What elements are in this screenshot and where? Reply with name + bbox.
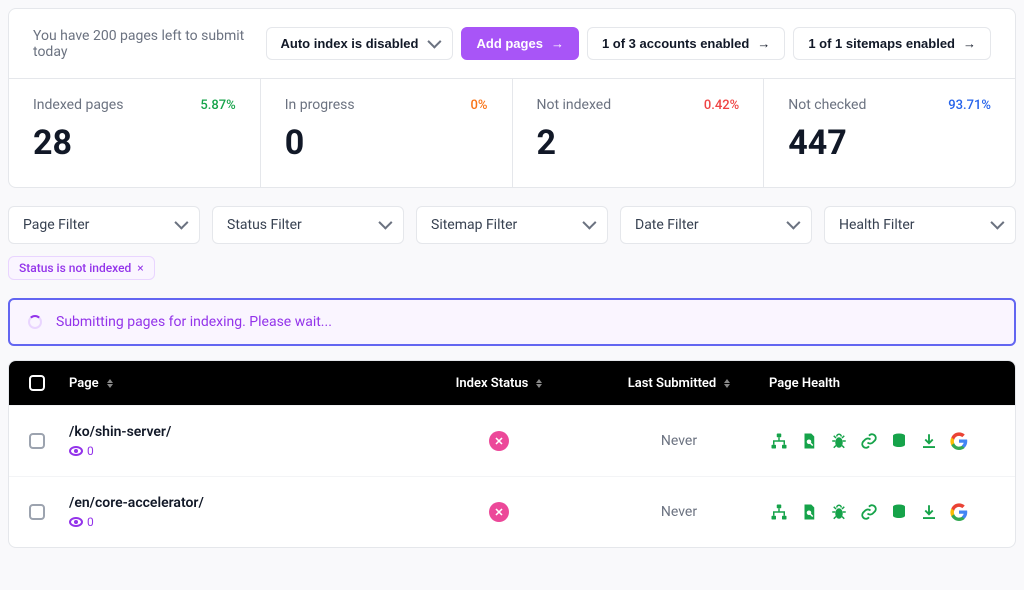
chevron-down-icon [424, 36, 438, 51]
chevron-down-icon [987, 217, 1001, 233]
page-views: 0 [69, 444, 171, 458]
download-icon[interactable] [919, 502, 939, 522]
stat-value: 0 [285, 123, 488, 163]
sitemap-tree-icon[interactable] [769, 431, 789, 451]
status-error-icon[interactable]: ✕ [489, 502, 509, 522]
auto-index-label: Auto index is disabled [281, 36, 419, 51]
bug-icon[interactable] [829, 431, 849, 451]
table-header: Page Index Status Last Submitted Page He… [9, 361, 1015, 405]
health-filter-dropdown[interactable]: Health Filter [824, 206, 1016, 244]
filter-label: Status Filter [227, 217, 302, 233]
page-views: 0 [69, 515, 204, 529]
stat-label: Not checked [788, 97, 866, 113]
download-icon[interactable] [919, 431, 939, 451]
stat-value: 2 [537, 123, 740, 163]
col-last-label: Last Submitted [628, 376, 717, 391]
bug-icon[interactable] [829, 502, 849, 522]
stat-value: 447 [788, 123, 991, 163]
status-error-icon[interactable]: ✕ [489, 431, 509, 451]
arrow-right-icon [755, 36, 770, 51]
filter-label: Health Filter [839, 217, 915, 233]
google-icon[interactable] [949, 502, 969, 522]
stat-in-progress[interactable]: In progress 0% 0 [261, 79, 513, 187]
filter-label: Page Filter [23, 217, 89, 233]
pages-table: Page Index Status Last Submitted Page He… [8, 360, 1016, 548]
stat-pct: 93.71% [948, 98, 991, 113]
chevron-down-icon [579, 217, 593, 233]
col-last-submitted-header[interactable]: Last Submitted [589, 376, 769, 391]
col-index-status-header[interactable]: Index Status [409, 376, 589, 391]
col-page-health-header: Page Health [769, 376, 995, 391]
stat-value: 28 [33, 123, 236, 163]
row-checkbox[interactable] [29, 433, 45, 449]
add-pages-button[interactable]: Add pages [461, 27, 578, 60]
last-submitted: Never [661, 433, 697, 449]
col-health-label: Page Health [769, 376, 840, 391]
stat-pct: 5.87% [200, 98, 235, 113]
chevron-down-icon [783, 217, 797, 233]
sitemaps-label: 1 of 1 sitemaps enabled [808, 36, 955, 51]
filter-label: Sitemap Filter [431, 217, 517, 233]
stat-not-indexed[interactable]: Not indexed 0.42% 2 [513, 79, 765, 187]
table-row: /ko/shin-server/0 ✕ Never [9, 405, 1015, 476]
table-row: /en/core-accelerator/0 ✕ Never [9, 476, 1015, 547]
arrow-right-icon [549, 36, 564, 51]
stat-label: Not indexed [537, 97, 612, 113]
eye-icon [69, 517, 83, 527]
chevron-down-icon [171, 217, 185, 233]
close-icon[interactable]: × [137, 261, 143, 275]
health-icons [769, 431, 995, 451]
arrow-right-icon [961, 36, 976, 51]
link-icon[interactable] [859, 431, 879, 451]
applied-filter-chip[interactable]: Status is not indexed × [8, 256, 155, 280]
sort-icon [107, 379, 113, 388]
page-path[interactable]: /en/core-accelerator/ [69, 495, 204, 511]
page-path[interactable]: /ko/shin-server/ [69, 424, 171, 440]
sitemap-tree-icon[interactable] [769, 502, 789, 522]
accounts-enabled-button[interactable]: 1 of 3 accounts enabled [587, 27, 785, 60]
auto-index-dropdown[interactable]: Auto index is disabled [266, 27, 454, 60]
stat-label: In progress [285, 97, 355, 113]
eye-icon [69, 446, 83, 456]
sitemap-filter-dropdown[interactable]: Sitemap Filter [416, 206, 608, 244]
accounts-label: 1 of 3 accounts enabled [602, 36, 749, 51]
stat-pct: 0.42% [704, 98, 739, 113]
database-icon[interactable] [889, 502, 909, 522]
col-status-label: Index Status [456, 376, 529, 391]
date-filter-dropdown[interactable]: Date Filter [620, 206, 812, 244]
stat-indexed[interactable]: Indexed pages 5.87% 28 [9, 79, 261, 187]
status-filter-dropdown[interactable]: Status Filter [212, 206, 404, 244]
page-filter-dropdown[interactable]: Page Filter [8, 206, 200, 244]
quota-message: You have 200 pages left to submit today [33, 28, 258, 60]
last-submitted: Never [661, 504, 697, 520]
banner-text: Submitting pages for indexing. Please wa… [56, 314, 332, 330]
sitemaps-enabled-button[interactable]: 1 of 1 sitemaps enabled [793, 27, 991, 60]
page-find-icon[interactable] [799, 502, 819, 522]
submitting-banner: Submitting pages for indexing. Please wa… [8, 298, 1016, 346]
col-page-header[interactable]: Page [69, 376, 409, 391]
row-checkbox[interactable] [29, 504, 45, 520]
stat-label: Indexed pages [33, 97, 123, 113]
spinner-icon [28, 315, 42, 329]
stat-not-checked[interactable]: Not checked 93.71% 447 [764, 79, 1015, 187]
chevron-down-icon [375, 217, 389, 233]
select-all-checkbox[interactable] [29, 375, 45, 391]
sort-icon [536, 379, 542, 388]
health-icons [769, 502, 995, 522]
link-icon[interactable] [859, 502, 879, 522]
add-pages-label: Add pages [476, 36, 542, 51]
chip-label: Status is not indexed [19, 261, 131, 275]
sort-icon [724, 379, 730, 388]
database-icon[interactable] [889, 431, 909, 451]
stat-pct: 0% [471, 98, 488, 113]
page-find-icon[interactable] [799, 431, 819, 451]
filter-label: Date Filter [635, 217, 699, 233]
col-page-label: Page [69, 376, 99, 391]
google-icon[interactable] [949, 431, 969, 451]
